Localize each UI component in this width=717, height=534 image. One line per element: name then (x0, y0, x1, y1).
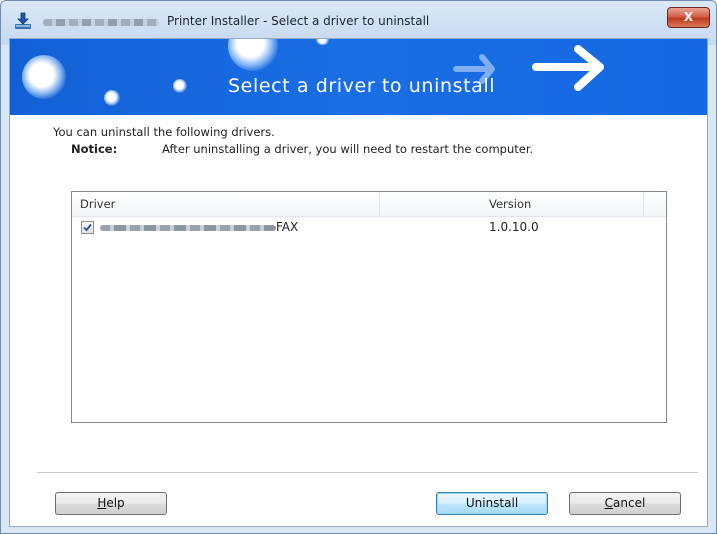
column-header-driver[interactable]: Driver (72, 192, 380, 216)
banner-bubble-decoration (316, 39, 330, 45)
driver-name: FAX (276, 220, 299, 234)
cancel-button[interactable]: Cancel (569, 492, 681, 515)
intro-text: You can uninstall the following drivers. (53, 125, 275, 139)
title-redacted-text (43, 19, 159, 26)
notice-label: Notice: (71, 142, 118, 156)
footer-separator (37, 472, 698, 474)
driver-checkbox[interactable] (81, 221, 94, 234)
close-button[interactable]: X (667, 7, 710, 28)
column-header-filler (644, 192, 666, 216)
checkmark-icon (83, 223, 92, 232)
cancel-label-rest: ancel (613, 496, 646, 510)
list-header: Driver Version (72, 192, 666, 217)
window-title: Printer Installer - Select a driver to u… (167, 14, 430, 28)
notice-text: After uninstalling a driver, you will ne… (162, 142, 534, 156)
header-banner: Select a driver to uninstall (10, 39, 707, 115)
column-header-version[interactable]: Version (380, 192, 644, 216)
banner-bubble-decoration (22, 55, 66, 99)
driver-version: 1.0.10.0 (489, 220, 539, 234)
driver-name-redacted (100, 225, 276, 231)
uninstall-button[interactable]: Uninstall (436, 492, 548, 515)
close-icon: X (683, 10, 694, 24)
banner-bubble-decoration (228, 39, 278, 71)
banner-bubble-decoration (104, 90, 120, 106)
help-label-rest: elp (106, 496, 125, 510)
help-button[interactable]: Help (55, 492, 167, 515)
list-item[interactable]: FAX 1.0.10.0 (72, 217, 666, 237)
download-arrow-icon (13, 11, 33, 31)
help-mnemonic: H (97, 496, 107, 510)
driver-list[interactable]: Driver Version FAX 1.0.10.0 (71, 191, 667, 423)
banner-title: Select a driver to uninstall (228, 75, 496, 97)
cancel-mnemonic: C (604, 496, 614, 510)
banner-bubble-decoration (173, 79, 187, 93)
dialog-body: Select a driver to uninstall You can uni… (9, 38, 708, 527)
installer-window: Printer Installer - Select a driver to u… (0, 0, 717, 534)
